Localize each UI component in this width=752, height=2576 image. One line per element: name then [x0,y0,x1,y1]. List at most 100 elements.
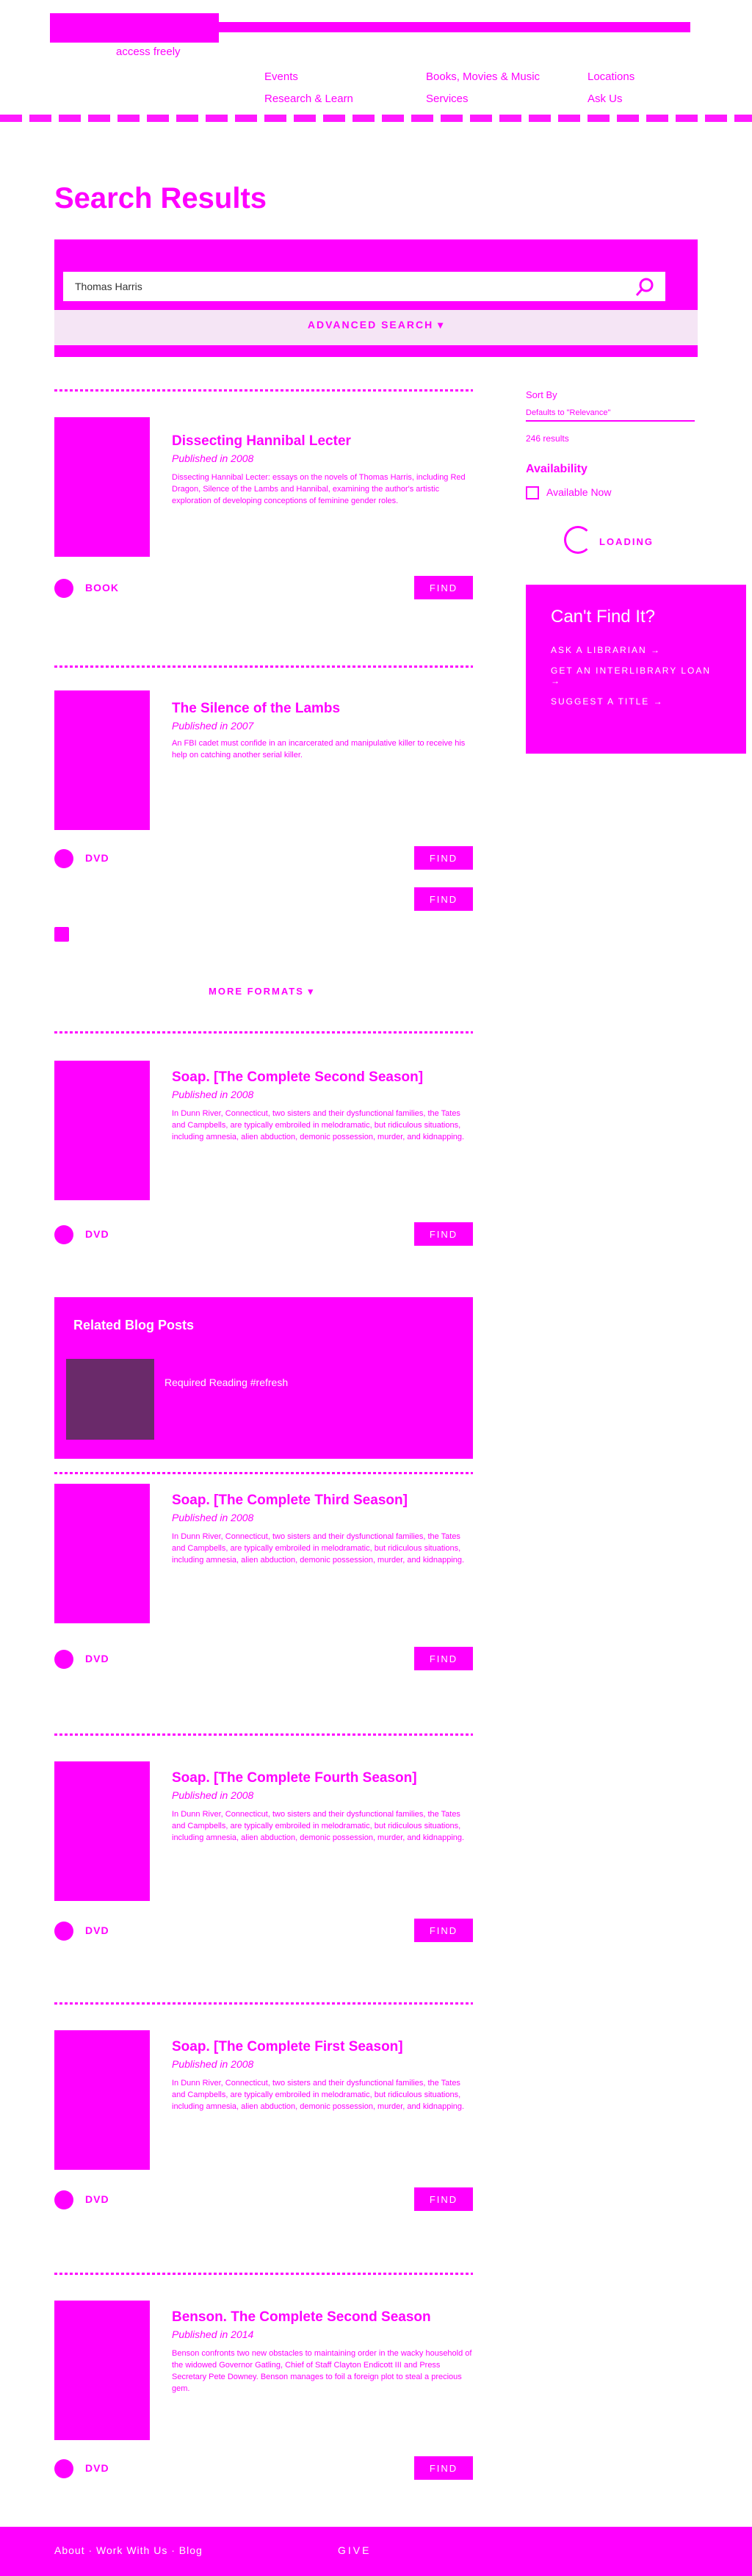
result-title[interactable]: Dissecting Hannibal Lecter [172,433,351,450]
ask-librarian-link[interactable]: ASK A LIBRARIAN → [551,645,721,655]
nav-ask-us[interactable]: Ask Us [588,93,623,105]
nav-locations[interactable]: Locations [588,71,634,83]
dvd-icon [54,1650,73,1669]
format-label: DVD [85,2462,109,2474]
format-label: DVD [85,1924,109,1936]
interlibrary-loan-link[interactable]: GET AN INTERLIBRARY LOAN → [551,665,721,686]
format-row: FIND [54,886,473,912]
nav-services[interactable]: Services [426,93,469,105]
result-title[interactable]: Soap. [The Complete First Season] [172,2039,403,2055]
result-description: In Dunn River, Connecticut, two sisters … [172,1810,465,1842]
result-description: Dissecting Hannibal Lecter: essays on th… [172,473,466,505]
find-button[interactable]: FIND [414,1222,473,1246]
format-label: DVD [85,2193,109,2205]
availability-checkbox[interactable] [526,486,539,499]
result-description: In Dunn River, Connecticut, two sisters … [172,2079,465,2111]
find-button[interactable]: FIND [414,2187,473,2211]
result-cover[interactable] [54,1061,150,1200]
format-label: DVD [85,852,109,864]
format-label: BOOK [85,582,119,594]
format-row: DVD FIND [54,845,473,871]
format-label: DVD [85,1653,109,1664]
more-formats-toggle[interactable]: MORE FORMATS ▾ [209,986,314,997]
advanced-search-label: ADVANCED SEARCH ▾ [307,319,445,331]
result-description: In Dunn River, Connecticut, two sisters … [172,1109,465,1141]
related-blog-panel: Related Blog Posts Required Reading #ref… [54,1297,473,1459]
cant-find-heading: Can't Find It? [551,607,655,627]
suggest-title-link[interactable]: SUGGEST A TITLE → [551,696,721,707]
format-row: DVD FIND [54,2186,473,2212]
result-cover[interactable] [54,690,150,830]
result-title[interactable]: Soap. [The Complete Second Season] [172,1069,423,1086]
result-cover[interactable] [54,1761,150,1901]
result-divider [54,665,473,668]
blog-post-link[interactable]: Required Reading #refresh [164,1377,288,1388]
result-title[interactable]: Benson. The Complete Second Season [172,2309,431,2326]
sort-label: Sort By [526,389,557,400]
logo[interactable]: access freely [50,13,219,65]
find-button[interactable]: FIND [414,2456,473,2480]
book-icon [54,579,73,598]
dvd-icon [54,2459,73,2478]
format-row: DVD FIND [54,1645,473,1672]
dvd-icon [54,2190,73,2209]
dvd-icon [54,1922,73,1941]
result-divider [54,2273,473,2275]
result-cover[interactable] [54,1484,150,1623]
footer-links[interactable]: About · Work With Us · Blog [54,2544,203,2556]
find-button[interactable]: FIND [414,1647,473,1670]
result-description: In Dunn River, Connecticut, two sisters … [172,1532,465,1565]
format-row [54,923,473,949]
result-divider [54,2002,473,2005]
result-published: Published in 2008 [172,2058,254,2070]
result-divider [54,1031,473,1033]
result-description: An FBI cadet must confide in an incarcer… [172,739,466,760]
availability-option-label[interactable]: Available Now [546,486,611,498]
search-panel: ADVANCED SEARCH ▾ [54,239,698,357]
result-published: Published in 2014 [172,2328,254,2340]
dvd-icon [54,1225,73,1244]
find-button[interactable]: FIND [414,1919,473,1942]
result-title[interactable]: Soap. [The Complete Fourth Season] [172,1770,417,1786]
footer: About · Work With Us · Blog GIVE [0,2527,752,2576]
find-button[interactable]: FIND [414,846,473,870]
format-row: DVD FIND [54,2455,473,2481]
logo-mark [50,13,219,43]
format-label: DVD [85,1228,109,1240]
result-divider [54,389,473,392]
result-title[interactable]: Soap. [The Complete Third Season] [172,1493,408,1509]
dvd-icon [54,849,73,868]
result-cover[interactable] [54,417,150,557]
result-cover[interactable] [54,2301,150,2440]
logo-tagline: access freely [116,46,181,58]
sort-select[interactable]: Defaults to "Relevance" [526,405,695,422]
result-count: 246 results [526,433,569,444]
find-button[interactable]: FIND [414,887,473,911]
give-link[interactable]: GIVE [338,2544,371,2556]
format-row: DVD FIND [54,1917,473,1944]
blog-thumbnail[interactable] [66,1359,154,1440]
nav-events[interactable]: Events [264,71,298,83]
result-published: Published in 2008 [172,1089,254,1100]
result-published: Published in 2007 [172,720,254,732]
result-title[interactable]: The Silence of the Lambs [172,701,340,717]
advanced-search-toggle[interactable]: ADVANCED SEARCH ▾ [54,319,698,331]
find-button[interactable]: FIND [414,576,473,599]
result-description: Benson confronts two new obstacles to ma… [172,2349,472,2393]
format-row: BOOK FIND [54,574,473,601]
result-published: Published in 2008 [172,1789,254,1801]
search-input[interactable] [63,272,665,301]
nav-books-movies-music[interactable]: Books, Movies & Music [426,71,540,83]
nav-research-learn[interactable]: Research & Learn [264,93,353,105]
result-published: Published in 2008 [172,452,254,464]
related-blog-heading: Related Blog Posts [73,1318,195,1332]
search-icon[interactable] [634,276,657,298]
availability-heading: Availability [526,463,588,475]
format-icon [54,927,69,942]
header-divider [0,115,752,122]
result-published: Published in 2008 [172,1512,254,1523]
loading-spinner-icon [564,526,592,554]
result-cover[interactable] [54,2030,150,2170]
result-divider [54,1733,473,1736]
cant-find-panel: Can't Find It? ASK A LIBRARIAN → GET AN … [526,585,746,754]
